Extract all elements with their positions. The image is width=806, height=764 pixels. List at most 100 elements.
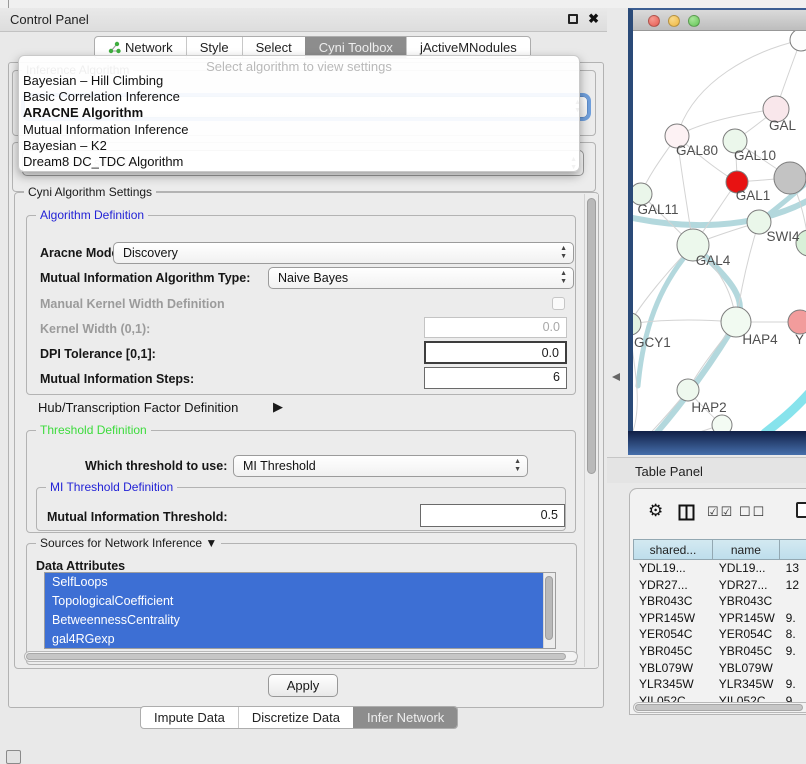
algorithm-option-dream8-dc-tdc-algorithm[interactable]: Dream8 DC_TDC Algorithm	[19, 154, 579, 170]
tab-impute-data[interactable]: Impute Data	[141, 707, 238, 728]
table-hscrollbar-track[interactable]	[633, 702, 806, 713]
float-panel-icon[interactable]	[568, 14, 578, 24]
sources-hscrollbar-thumb[interactable]	[26, 653, 566, 660]
table-row[interactable]: YBL079WYBL079W	[633, 660, 806, 677]
control-panel-titlebar: Control Panel ✖	[0, 8, 607, 32]
attribute-item-betweennesscentrality[interactable]: BetweennessCentrality	[45, 611, 543, 630]
gear-icon[interactable]: ⚙	[648, 501, 663, 521]
top-divider-tick	[8, 0, 9, 8]
attributes-scrollbar-thumb[interactable]	[545, 576, 553, 640]
table-cell: YBR043C	[633, 593, 713, 610]
aracne-mode-value: Discovery	[123, 246, 178, 260]
settings-scrollbar-thumb[interactable]	[587, 198, 596, 474]
mac-close-icon[interactable]	[648, 15, 660, 27]
table-row[interactable]: YER054CYER054C8.	[633, 626, 806, 643]
network-node[interactable]	[712, 415, 732, 432]
mi-steps-input[interactable]: 6	[424, 367, 567, 389]
table-cell: YDL19...	[633, 560, 713, 577]
network-window: GALGAL80GAL10GAL1GAL11SWI4GAL4GCY1HAP4YH…	[628, 8, 806, 455]
sources-collapse-arrow-icon[interactable]: ▼	[205, 536, 217, 550]
tab-label: Style	[200, 40, 229, 55]
document-icon[interactable]	[796, 502, 806, 518]
table-row[interactable]: YDR27...YDR27...12	[633, 577, 806, 594]
table-cell: 9.	[780, 643, 806, 660]
algorithm-option-bayesian-hill-climbing[interactable]: Bayesian – Hill Climbing	[19, 73, 579, 89]
network-node-label: HAP2	[691, 400, 726, 415]
stepper-arrows-icon: ▲▼	[514, 458, 521, 474]
table-panel-body: ⚙ ☑☑ ☐☐ shared...name YDL19...YDL19...13…	[629, 488, 806, 715]
deselect-all-checks-icon[interactable]: ☐☐	[739, 504, 766, 520]
mi-algorithm-type-combo[interactable]: Naive Bayes ▲▼	[268, 267, 574, 289]
column-header-name[interactable]: name	[713, 539, 780, 560]
table-cell: 9.	[780, 610, 806, 627]
table-row[interactable]: YBR045CYBR045C9.	[633, 643, 806, 660]
table-cell: YPR145W	[633, 610, 713, 627]
tab-discretize-data[interactable]: Discretize Data	[238, 707, 353, 728]
attribute-item-selfloops[interactable]: SelfLoops	[45, 573, 543, 592]
hub-expand-arrow-icon[interactable]: ▶	[273, 399, 283, 415]
network-node-label: Y	[795, 332, 804, 347]
stepper-arrows-icon: ▲▼	[560, 245, 567, 261]
threshold-definition-title: Threshold Definition	[36, 423, 151, 437]
algorithm-definition-title: Algorithm Definition	[36, 208, 148, 222]
network-node-hap2[interactable]	[677, 379, 699, 401]
table-cell: YBR045C	[633, 643, 713, 660]
table-cell: YER054C	[713, 626, 780, 643]
table-cell	[780, 660, 806, 677]
sources-group-title: Sources for Network Inference ▼	[36, 536, 221, 550]
settings-scrollbar-track[interactable]	[584, 194, 598, 667]
algorithm-option-bayesian-k2[interactable]: Bayesian – K2	[19, 138, 579, 154]
mi-threshold-input[interactable]: 0.5	[420, 504, 565, 527]
node-table: shared...name YDL19...YDL19...13YDR27...…	[633, 539, 806, 709]
table-cell: YBR045C	[713, 643, 780, 660]
network-edge[interactable]	[638, 247, 693, 386]
dpi-tolerance-input[interactable]: 0.0	[424, 341, 567, 364]
columns-icon[interactable]	[678, 504, 695, 521]
sources-hscrollbar-track[interactable]	[24, 651, 578, 662]
attribute-item-gal4rgexp[interactable]: gal4RGexp	[45, 630, 543, 649]
aracne-mode-combo[interactable]: Discovery ▲▼	[113, 242, 574, 264]
attributes-scrollbar-track[interactable]	[543, 573, 555, 648]
mac-minimize-icon[interactable]	[668, 15, 680, 27]
stepper-arrows-icon: ▲▼	[560, 270, 567, 286]
network-edge[interactable]	[765, 391, 806, 432]
table-toolbar: ⚙ ☑☑ ☐☐	[630, 497, 806, 531]
algorithm-option-basic-correlation-inference[interactable]: Basic Correlation Inference	[19, 89, 579, 105]
manual-kernel-width-label: Manual Kernel Width Definition	[40, 297, 225, 311]
network-node-label: SWI4	[766, 229, 799, 244]
network-node-gcy1[interactable]	[633, 313, 641, 335]
select-all-checks-icon[interactable]: ☑☑	[707, 504, 734, 520]
tab-infer-network[interactable]: Infer Network	[353, 707, 457, 728]
table-row[interactable]: YPR145WYPR145W9.	[633, 610, 806, 627]
network-node-label: HAP4	[742, 332, 778, 347]
network-window-footer	[628, 431, 806, 455]
network-node[interactable]	[774, 162, 806, 194]
algorithm-option-aracne-algorithm[interactable]: ARACNE Algorithm	[19, 105, 579, 121]
dropdown-placeholder: Select algorithm to view settings	[19, 56, 579, 73]
mi-algorithm-type-label: Mutual Information Algorithm Type:	[40, 271, 250, 285]
network-node-y[interactable]	[788, 310, 806, 334]
network-window-titlebar[interactable]	[633, 10, 806, 31]
kernel-width-input[interactable]: 0.0	[424, 317, 567, 338]
algorithm-option-mutual-information-inference[interactable]: Mutual Information Inference	[19, 122, 579, 138]
apply-button[interactable]: Apply	[268, 674, 338, 697]
close-icon[interactable]: ✖	[588, 11, 599, 27]
table-panel-titlebar: Table Panel	[607, 457, 806, 483]
table-row[interactable]: YDL19...YDL19...13	[633, 560, 806, 577]
tab-label: Select	[256, 40, 292, 55]
which-threshold-combo[interactable]: MI Threshold ▲▼	[233, 455, 528, 477]
column-header-extra[interactable]	[780, 539, 806, 560]
table-cell: 12	[780, 577, 806, 594]
which-threshold-label: Which threshold to use:	[85, 459, 227, 473]
network-node[interactable]	[790, 31, 806, 51]
manual-kernel-width-checkbox[interactable]	[552, 297, 565, 310]
mouse-cursor	[612, 373, 620, 381]
table-row[interactable]: YLR345WYLR345W9.	[633, 676, 806, 693]
attribute-item-topologicalcoefficient[interactable]: TopologicalCoefficient	[45, 592, 543, 611]
mac-zoom-icon[interactable]	[688, 15, 700, 27]
column-header-shared[interactable]: shared...	[633, 539, 713, 560]
network-canvas[interactable]: GALGAL80GAL10GAL1GAL11SWI4GAL4GCY1HAP4YH…	[633, 31, 806, 432]
network-node-label: GAL10	[734, 148, 776, 163]
table-row[interactable]: YBR043CYBR043C	[633, 593, 806, 610]
table-hscrollbar-thumb[interactable]	[635, 704, 803, 711]
